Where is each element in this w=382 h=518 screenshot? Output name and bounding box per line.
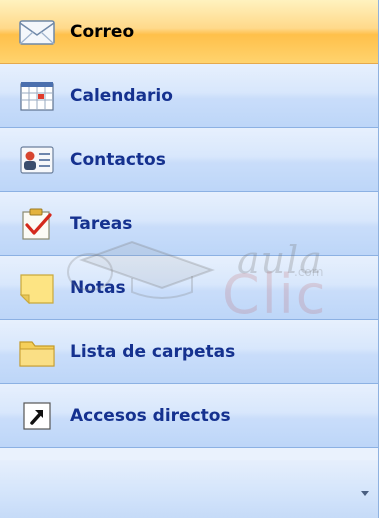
nav-item-label: Correo [70,21,135,42]
nav-item-contactos[interactable]: Contactos [0,128,378,192]
mail-icon [18,13,56,51]
nav-item-label: Notas [70,277,126,298]
notes-icon [18,269,56,307]
configure-buttons-bar[interactable] [0,460,378,518]
nav-item-label: Calendario [70,85,173,106]
calendar-icon [18,77,56,115]
nav-item-label: Lista de carpetas [70,341,236,362]
nav-item-lista-de-carpetas[interactable]: Lista de carpetas [0,320,378,384]
contacts-icon [18,141,56,179]
folder-icon [18,333,56,371]
navigation-pane: Correo Calendario Contactos Tareas Notas… [0,0,379,518]
nav-item-label: Accesos directos [70,405,231,426]
nav-item-label: Contactos [70,149,166,170]
chevron-down-icon[interactable] [360,488,370,498]
nav-item-tareas[interactable]: Tareas [0,192,378,256]
nav-item-correo[interactable]: Correo [0,0,378,64]
nav-item-calendario[interactable]: Calendario [0,64,378,128]
nav-item-label: Tareas [70,213,133,234]
shortcut-icon [18,397,56,435]
tasks-icon [18,205,56,243]
nav-item-notas[interactable]: Notas [0,256,378,320]
nav-item-accesos-directos[interactable]: Accesos directos [0,384,378,448]
